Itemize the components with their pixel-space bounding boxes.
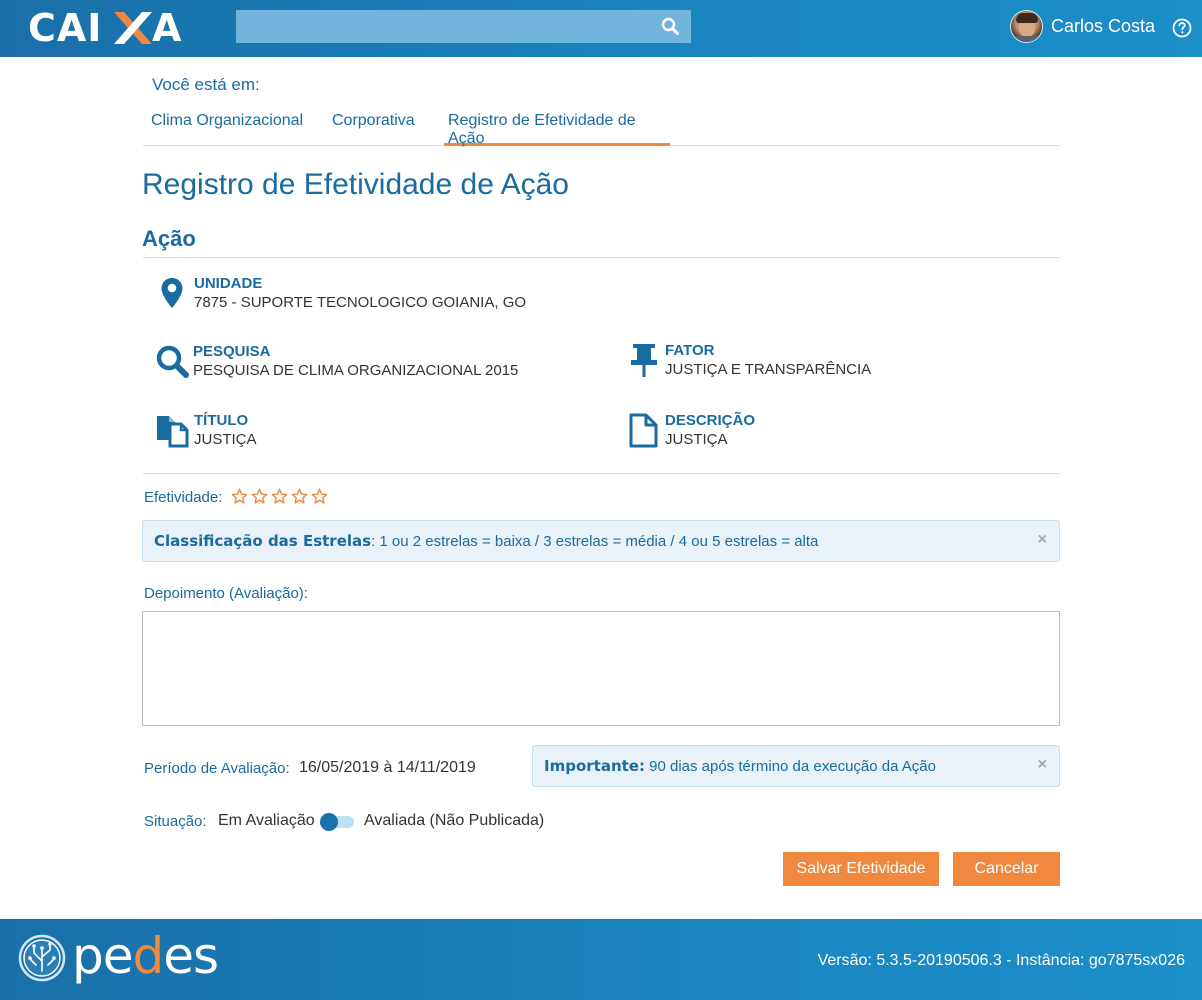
star-icon[interactable] xyxy=(291,488,308,505)
svg-text:CAI: CAI xyxy=(28,6,102,50)
star-classification-alert: Classificação das Estrelas: 1 ou 2 estre… xyxy=(142,520,1060,562)
top-bar: CAI A Carlos Costa xyxy=(0,0,1202,57)
alert-text: 90 dias após término da execução da Ação xyxy=(644,758,936,775)
close-icon[interactable]: × xyxy=(1038,531,1047,549)
file-icon xyxy=(627,412,663,450)
titulo-label: TÍTULO xyxy=(194,412,249,429)
caixa-logo[interactable]: CAI A xyxy=(28,6,183,50)
user-name[interactable]: Carlos Costa xyxy=(1051,16,1155,37)
efetividade-label: Efetividade: xyxy=(144,489,223,506)
unidade-label: UNIDADE xyxy=(194,275,263,292)
version-text: Versão: 5.3.5-20190506.3 - Instância: go… xyxy=(817,952,1185,969)
depoimento-textarea[interactable] xyxy=(142,611,1060,726)
section-title: Ação xyxy=(142,226,196,251)
pesquisa-label: PESQUISA xyxy=(193,343,271,360)
pushpin-icon xyxy=(627,342,663,380)
situacao-option-em-avaliacao: Em Avaliação xyxy=(218,812,315,829)
page-title: Registro de Efetividade de Ação xyxy=(142,168,569,201)
alert-text: : 1 ou 2 estrelas = baixa / 3 estrelas =… xyxy=(371,533,819,550)
star-icon[interactable] xyxy=(311,488,328,505)
info-titulo: TÍTULO JUSTIÇA xyxy=(156,412,576,454)
info-descricao: DESCRIÇÃO JUSTIÇA xyxy=(627,412,1047,454)
info-pesquisa: PESQUISA PESQUISA DE CLIMA ORGANIZACIONA… xyxy=(155,343,575,385)
cancel-button[interactable]: Cancelar xyxy=(953,852,1060,886)
importante-alert: Importante: 90 dias após término da exec… xyxy=(532,745,1060,787)
breadcrumb-item-corporativa[interactable]: Corporativa xyxy=(332,112,415,146)
fator-value: JUSTIÇA E TRANSPARÊNCIA xyxy=(665,361,872,378)
pesquisa-value: PESQUISA DE CLIMA ORGANIZACIONAL 2015 xyxy=(193,362,519,379)
svg-text:A: A xyxy=(152,6,182,50)
situacao-toggle[interactable] xyxy=(320,813,354,831)
footer: pedes Versão: 5.3.5-20190506.3 - Instânc… xyxy=(0,919,1202,1000)
search-icon[interactable] xyxy=(661,17,681,37)
descricao-label: DESCRIÇÃO xyxy=(665,412,756,429)
search-input[interactable] xyxy=(236,10,651,43)
close-icon[interactable]: × xyxy=(1038,756,1047,774)
periodo-value: 16/05/2019 à 14/11/2019 xyxy=(299,759,476,776)
avatar[interactable] xyxy=(1010,10,1043,43)
depoimento-label: Depoimento (Avaliação): xyxy=(144,585,308,602)
fator-label: FATOR xyxy=(665,342,715,359)
info-fator: FATOR JUSTIÇA E TRANSPARÊNCIA xyxy=(627,342,1047,384)
star-icon[interactable] xyxy=(251,488,268,505)
info-divider xyxy=(143,473,1060,474)
copy-icon xyxy=(156,412,192,450)
pedes-logo-icon xyxy=(18,933,68,983)
search-icon xyxy=(155,343,191,381)
titulo-value: JUSTIÇA xyxy=(194,431,257,448)
breadcrumb-label: Você está em: xyxy=(152,75,260,94)
alert-title: Classificação das Estrelas xyxy=(154,532,372,550)
efetividade-rating xyxy=(231,488,331,508)
breadcrumb-item-registro-efetividade[interactable]: Registro de Efetividade de Ação xyxy=(444,112,670,147)
descricao-value: JUSTIÇA xyxy=(665,431,728,448)
info-unidade: UNIDADE 7875 - SUPORTE TECNOLOGICO GOIAN… xyxy=(156,275,576,317)
map-marker-icon xyxy=(156,275,192,313)
situacao-option-avaliada: Avaliada (Não Publicada) xyxy=(364,812,545,829)
breadcrumb: Clima Organizacional Corporativa Registr… xyxy=(143,108,1060,147)
star-icon[interactable] xyxy=(271,488,288,505)
search-box xyxy=(236,10,691,43)
section-divider xyxy=(143,257,1060,258)
unidade-value: 7875 - SUPORTE TECNOLOGICO GOIANIA, GO xyxy=(194,294,527,311)
star-icon[interactable] xyxy=(231,488,248,505)
pedes-brand: pedes xyxy=(72,927,219,985)
alert-title: Importante: xyxy=(544,757,645,775)
help-icon[interactable] xyxy=(1172,18,1192,38)
breadcrumb-item-clima-organizacional[interactable]: Clima Organizacional xyxy=(151,112,303,146)
save-button[interactable]: Salvar Efetividade xyxy=(783,852,939,886)
situacao-label: Situação: xyxy=(144,813,207,830)
periodo-label: Período de Avaliação: xyxy=(144,760,290,777)
